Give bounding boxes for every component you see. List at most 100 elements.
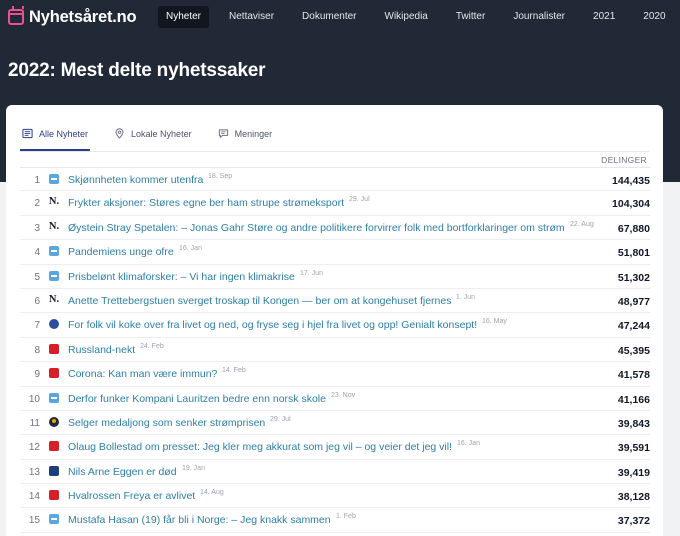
article-date: 16. May — [482, 318, 507, 326]
article-link[interactable]: For folk vil koke over fra livet og ned,… — [68, 319, 477, 331]
article-link[interactable]: Prisbelønt klimaforsker: – Vi har ingen … — [68, 271, 295, 283]
rank: 7 — [34, 320, 40, 332]
share-count: 48,977 — [617, 295, 650, 308]
article-link[interactable]: Frykter aksjoner: Støres egne ber ham st… — [68, 197, 344, 209]
tab-label: Alle Nyheter — [39, 129, 89, 139]
page-title: 2022: Mest delte nyhetssaker — [8, 60, 266, 81]
rank: 8 — [34, 344, 40, 356]
tabs-divider — [20, 151, 649, 152]
rank: 6 — [34, 295, 40, 307]
article-link[interactable]: Øystein Stray Spetalen: – Jonas Gahr Stø… — [68, 222, 565, 234]
n-logo-icon: N. — [48, 220, 60, 232]
share-count: 37,372 — [617, 515, 650, 528]
tab-lokale-nyheter[interactable]: Lokale Nyheter — [112, 121, 194, 151]
article-link[interactable]: Derfor funker Kompani Lauritzen bedre en… — [68, 393, 326, 405]
article-link[interactable]: Anette Trettebergstuen sverget troskap t… — [68, 295, 451, 307]
calendar-icon — [8, 6, 24, 25]
share-count: 38,128 — [617, 491, 650, 504]
share-count: 39,591 — [617, 442, 650, 455]
vg-icon — [49, 490, 59, 501]
nav-item-2020[interactable]: 2020 — [635, 6, 673, 28]
tab-bar: Alle Nyheter Lokale Nyheter Meninger — [20, 121, 296, 151]
article-date: 18. Sep — [208, 173, 233, 180]
article-link[interactable]: Olaug Bollestad om presset: Jeg kler meg… — [68, 441, 452, 453]
column-header-delinger: DELINGER — [601, 155, 647, 165]
nav-item-nettaviser[interactable]: Nettaviser — [221, 6, 282, 28]
article-link[interactable]: Russland-nekt — [68, 344, 135, 356]
rank: 11 — [29, 417, 40, 429]
n-logo-icon: N. — [48, 196, 60, 208]
rank: 12 — [28, 442, 40, 454]
article-link[interactable]: Selger medaljong som senker strømprisen — [68, 417, 265, 429]
article-link[interactable]: Corona: Kan man være immun? — [68, 368, 217, 380]
list-item: 12 Olaug Bollestad om presset: Jeg kler … — [20, 435, 650, 460]
blob-logo-icon — [49, 416, 59, 427]
chat-bubble-icon — [218, 129, 228, 138]
list-item: 2 N. Frykter aksjoner: Støres egne ber h… — [20, 191, 650, 216]
article-date: 23. Nov — [331, 391, 356, 399]
nav-item-wikipedia[interactable]: Wikipedia — [377, 6, 436, 28]
article-link[interactable]: Pandemiens unge ofre — [68, 246, 174, 258]
list-item: 9 Corona: Kan man være immun? 14. Feb 41… — [20, 362, 650, 387]
dagbladet-icon — [49, 465, 59, 476]
article-date: 16. Jan — [457, 440, 480, 448]
nav-item-dokumenter[interactable]: Dokumenter — [294, 6, 364, 28]
list-item: 8 Russland-nekt 24. Feb 45,395 — [20, 338, 650, 363]
share-count: 51,302 — [617, 271, 650, 284]
list-item: 10 Derfor funker Kompani Lauritzen bedre… — [20, 387, 650, 411]
rank: 14 — [28, 491, 40, 503]
share-count: 67,880 — [617, 222, 650, 235]
article-date: 29. Jul — [349, 196, 370, 204]
list-item: 1 Skjønnheten kommer utenfra 18. Sep 144… — [20, 167, 650, 192]
nav-item-journalister[interactable]: Journalister — [505, 6, 573, 28]
rank: 10 — [28, 393, 40, 405]
vg-icon — [49, 368, 59, 379]
vg-icon — [49, 343, 59, 354]
nrk-icon — [49, 270, 59, 281]
article-date: 1. Jun — [456, 293, 476, 301]
share-count: 39,843 — [617, 417, 650, 430]
rank: 15 — [28, 515, 40, 527]
list-item: 14 Hvalrossen Freya er avlivet 14. Aug 3… — [20, 484, 650, 509]
nav-item-nyheter[interactable]: Nyheter — [158, 6, 210, 28]
nrk-icon — [49, 392, 59, 403]
list-item: 13 Nils Arne Eggen er død 19. Jan 39,419 — [20, 460, 650, 485]
nrk-icon — [49, 246, 59, 257]
rank: 9 — [34, 369, 40, 381]
article-date: 19. Jan — [182, 464, 205, 472]
map-pin-icon — [115, 128, 124, 139]
top-navigation: Nyhetsåret.no Nyheter Nettaviser Dokumen… — [0, 0, 680, 34]
news-card: Alle Nyheter Lokale Nyheter Meninger DEL… — [6, 105, 663, 536]
n-logo-icon: N. — [48, 293, 60, 305]
newspaper-icon — [22, 128, 33, 139]
article-date: 14. Feb — [222, 367, 246, 375]
share-count: 41,166 — [617, 393, 650, 406]
list-item: 5 Prisbelønt klimaforsker: – Vi har inge… — [20, 265, 650, 289]
site-name: Nyhetsåret.no — [29, 7, 137, 26]
article-link[interactable]: Hvalrossen Freya er avlivet — [68, 490, 195, 502]
article-link[interactable]: Skjønnheten kommer utenfra — [68, 174, 203, 186]
main-menu: Nyheter Nettaviser Dokumenter Wikipedia … — [158, 6, 680, 28]
article-date: 1. Feb — [336, 513, 356, 521]
nrk-icon — [49, 174, 59, 184]
share-count: 39,419 — [617, 466, 650, 479]
nav-item-2021[interactable]: 2021 — [585, 6, 623, 28]
share-count: 104,304 — [612, 198, 650, 211]
article-link[interactable]: Mustafa Hasan (19) får bli i Norge: – Je… — [68, 514, 331, 526]
article-link[interactable]: Nils Arne Eggen er død — [68, 466, 177, 478]
site-logo[interactable]: Nyhetsåret.no — [8, 6, 137, 27]
rank: 4 — [34, 247, 40, 259]
circle-logo-icon — [49, 319, 59, 330]
article-date: 16. Jan — [179, 245, 202, 253]
share-count: 41,578 — [617, 369, 650, 382]
list-item: 4 Pandemiens unge ofre 16. Jan 51,801 — [20, 240, 650, 265]
tab-meninger[interactable]: Meninger — [216, 121, 275, 151]
article-date: 14. Aug — [200, 489, 224, 497]
nav-item-twitter[interactable]: Twitter — [448, 6, 493, 28]
list-item: 3 N. Øystein Stray Spetalen: – Jonas Gah… — [20, 216, 650, 241]
vg-icon — [49, 441, 59, 452]
rank: 3 — [34, 222, 40, 234]
article-date: 24. Feb — [140, 342, 164, 350]
tab-alle-nyheter[interactable]: Alle Nyheter — [20, 121, 91, 151]
share-count: 51,801 — [617, 247, 650, 260]
